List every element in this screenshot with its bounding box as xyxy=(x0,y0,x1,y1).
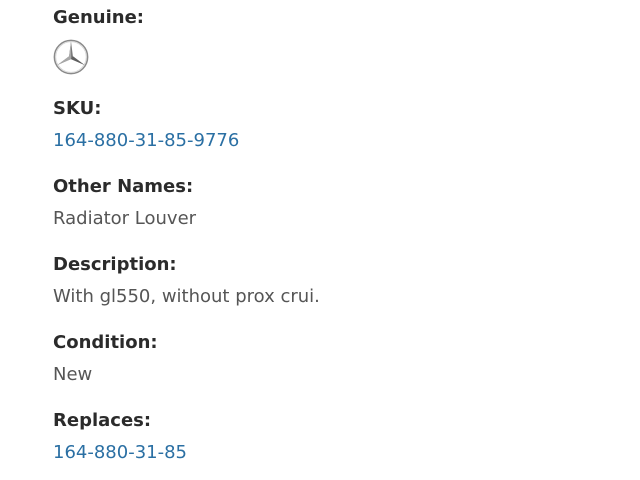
other-names-value: Radiator Louver xyxy=(53,208,197,229)
sku-label: SKU: xyxy=(53,98,102,119)
sku-link[interactable]: 164-880-31-85-9776 xyxy=(53,130,239,152)
genuine-label: Genuine: xyxy=(53,7,145,28)
three-pointed-star-logo-icon xyxy=(53,39,89,75)
other-names-label: Other Names: xyxy=(53,176,194,197)
replaces-link[interactable]: 164-880-31-85 xyxy=(53,442,187,464)
condition-label: Condition: xyxy=(53,332,158,353)
description-label: Description: xyxy=(53,254,177,275)
part-spec-list: Genuine: SKU: 164-880-31-85-9776 Other N… xyxy=(0,0,640,480)
replaces-label: Replaces: xyxy=(53,410,152,431)
condition-value: New xyxy=(53,364,93,385)
description-value: With gl550, without prox crui. xyxy=(53,286,320,307)
